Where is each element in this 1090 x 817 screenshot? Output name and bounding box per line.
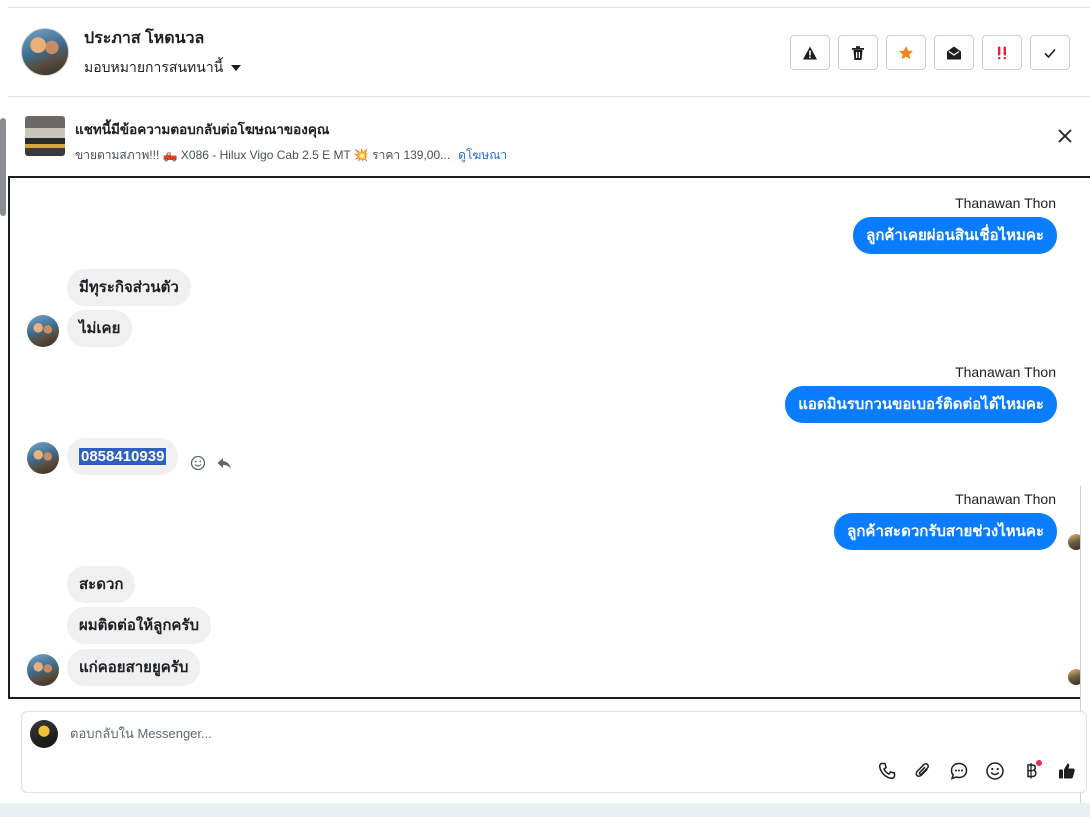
call-button[interactable] [876, 760, 898, 782]
chevron-down-icon[interactable] [231, 64, 242, 71]
selected-text[interactable]: 0858410939 [79, 448, 167, 465]
outgoing-message[interactable]: ลูกค้าเคยผ่อนสินเชื่อไหมคะ [853, 217, 1057, 254]
ad-info: แชทนี้มีข้อความตอบกลับต่อโฆษณาของคุณ ขาย… [75, 118, 507, 165]
react-emoji-icon[interactable] [190, 455, 206, 471]
follow-up-button[interactable] [982, 35, 1022, 70]
incoming-message[interactable]: ผมติดต่อให้ลูกครับ [67, 607, 212, 644]
page-avatar [30, 720, 58, 748]
sender-name: Thanawan Thon [955, 195, 1056, 211]
incoming-message[interactable]: มีทุระกิจส่วนตัว [67, 269, 191, 306]
view-ad-link[interactable]: ดูโฆษณา [458, 146, 507, 165]
like-button[interactable] [1056, 760, 1078, 782]
mark-unread-button[interactable] [934, 35, 974, 70]
sender-name: Thanawan Thon [955, 491, 1056, 507]
contact-avatar[interactable] [21, 28, 69, 76]
thumbs-up-icon [1059, 763, 1075, 779]
saved-reply-icon [950, 762, 968, 780]
reply-input[interactable] [70, 726, 970, 741]
star-icon [899, 45, 913, 59]
envelope-open-icon [947, 46, 961, 59]
contact-name[interactable]: ประภาส โหดนวล [84, 26, 241, 51]
paperclip-icon [915, 763, 929, 777]
ad-subtitle-row: ขายตามสภาพ!!! 🛻 X086 - Hilux Vigo Cab 2.… [75, 146, 507, 165]
close-icon[interactable] [1056, 127, 1074, 145]
incoming-message[interactable]: ไม่เคย [67, 310, 133, 347]
ad-thumbnail[interactable] [25, 116, 65, 156]
outgoing-message[interactable]: แอดมินรบกวนขอเบอร์ติดต่อได้ไหมคะ [785, 386, 1057, 423]
ad-subtitle: ขายตามสภาพ!!! 🛻 X086 - Hilux Vigo Cab 2.… [75, 148, 451, 162]
contact-avatar-small [27, 654, 59, 686]
payment-button[interactable] [1020, 760, 1042, 782]
composer-tools [876, 760, 1078, 782]
header-actions [790, 35, 1070, 70]
assign-label[interactable]: มอบหมายการสนทนานี้ [84, 57, 223, 79]
warning-icon [803, 46, 817, 59]
saved-replies-button[interactable] [948, 760, 970, 782]
notification-dot [1036, 760, 1042, 766]
scrollbar-thumb[interactable] [0, 118, 6, 216]
contact-info: ประภาส โหดนวล มอบหมายการสนทนานี้ [84, 26, 242, 79]
incoming-message[interactable]: สะดวก [67, 566, 136, 603]
contact-avatar-small [27, 442, 59, 474]
trash-icon [852, 45, 864, 60]
delete-button[interactable] [838, 35, 878, 70]
emoji-button[interactable] [984, 760, 1006, 782]
ad-title: แชทนี้มีข้อความตอบกลับต่อโฆษณาของคุณ [75, 122, 330, 137]
emoji-icon [986, 762, 1004, 780]
message-actions [190, 455, 232, 471]
done-button[interactable] [1030, 35, 1070, 70]
phone-icon [878, 762, 896, 780]
incoming-message[interactable]: 0858410939 [67, 438, 179, 475]
incoming-message[interactable]: แก่คอยสายยูครับ [67, 649, 201, 686]
report-spam-button[interactable] [790, 35, 830, 70]
attach-button[interactable] [912, 760, 934, 782]
ad-reply-banner: แชทนี้มีข้อความตอบกลับต่อโฆษณาของคุณ ขาย… [8, 97, 1090, 175]
check-icon [1044, 48, 1056, 58]
contact-avatar-small [27, 315, 59, 347]
reply-icon[interactable] [216, 455, 232, 471]
assign-dropdown[interactable]: มอบหมายการสนทนานี้ [84, 57, 242, 79]
conversation-header: ประภาส โหดนวล มอบหมายการสนทนานี้ [8, 8, 1090, 97]
bottom-bar [0, 803, 1090, 817]
message-thread[interactable]: Thanawan Thon ลูกค้าเคยผ่อนสินเชื่อไหมคะ… [8, 176, 1090, 699]
exclamation-icon [998, 46, 1006, 59]
reply-composer [21, 711, 1087, 793]
outgoing-message[interactable]: ลูกค้าสะดวกรับสายช่วงไหนคะ [834, 513, 1057, 550]
star-button[interactable] [886, 35, 926, 70]
sender-name: Thanawan Thon [955, 364, 1056, 380]
